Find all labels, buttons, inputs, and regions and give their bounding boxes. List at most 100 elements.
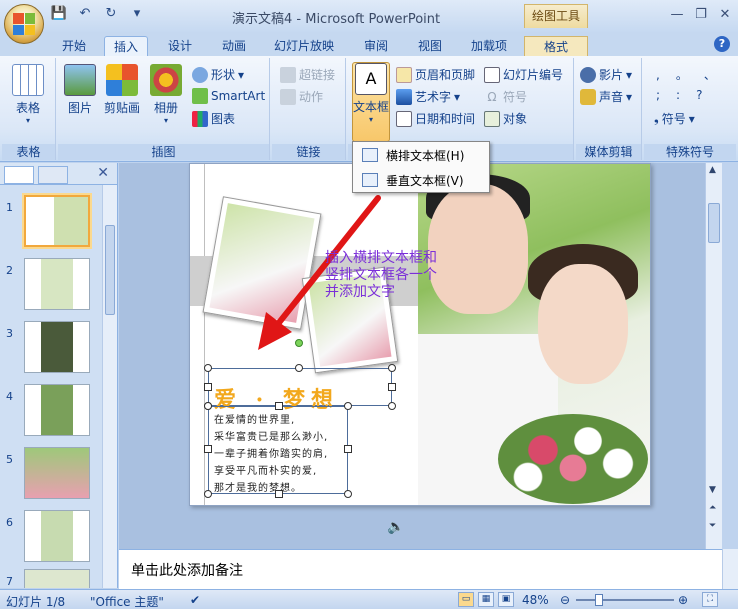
smartart-button[interactable]: SmartArt xyxy=(192,88,265,104)
editor-scroll-thumb[interactable] xyxy=(708,203,720,243)
slide-thumb-row[interactable]: 6 xyxy=(0,510,100,566)
resize-handle[interactable] xyxy=(388,383,396,391)
resize-handle[interactable] xyxy=(295,364,303,372)
slide-thumbnail[interactable] xyxy=(24,447,90,499)
table-button[interactable]: 表格 ▾ xyxy=(12,64,44,125)
slide-sorter-icon[interactable]: ▦ xyxy=(478,592,494,607)
punct-question[interactable]: ? xyxy=(696,88,702,102)
close-icon[interactable]: ✕ xyxy=(716,6,734,24)
chart-button[interactable]: 图表 xyxy=(192,110,235,127)
punct-colon[interactable]: : xyxy=(676,88,680,102)
album-button[interactable]: 相册 ▾ xyxy=(150,64,182,125)
office-button[interactable] xyxy=(4,4,44,44)
couple-photo[interactable] xyxy=(418,164,650,505)
sound-button[interactable]: 声音 ▾ xyxy=(580,88,632,105)
header-footer-button[interactable]: 页眉和页脚 xyxy=(396,66,475,83)
help-icon[interactable]: ? xyxy=(714,36,730,52)
resize-handle[interactable] xyxy=(275,402,283,410)
slide-thumbnail[interactable] xyxy=(24,569,90,588)
resize-handle[interactable] xyxy=(204,383,212,391)
fit-window-icon[interactable]: ⛶ xyxy=(702,592,718,607)
rotate-handle[interactable] xyxy=(295,339,303,347)
resize-handle[interactable] xyxy=(204,402,212,410)
punct-semicolon[interactable]: ; xyxy=(656,88,660,102)
tab-view[interactable]: 视图 xyxy=(410,36,450,56)
tab-outline[interactable] xyxy=(38,166,68,184)
prev-slide-icon[interactable]: ⏶ xyxy=(709,503,716,513)
tab-home[interactable]: 开始 xyxy=(54,36,94,56)
slide-thumb-row[interactable]: 7 xyxy=(0,569,100,588)
symbol-label: 符号 xyxy=(503,90,528,104)
normal-view-icon[interactable]: ▭ xyxy=(458,592,474,607)
customize-qat-icon[interactable]: ▾ xyxy=(128,6,146,22)
vertical-textbox-item[interactable]: 垂直文本框(V) xyxy=(354,168,488,192)
slide-thumb-row[interactable]: 1 xyxy=(0,195,100,251)
slide-canvas[interactable]: 插入横排文本框和竖排文本框各一个并添加文字 爱 · 梦想 在爱情的世界里, 采华… xyxy=(189,163,651,506)
zoom-out-icon[interactable]: ⊖ xyxy=(560,593,570,607)
close-icon[interactable]: ✕ xyxy=(97,165,109,181)
next-slide-icon[interactable]: ⏷ xyxy=(709,521,716,531)
tab-design[interactable]: 设计 xyxy=(158,36,202,56)
spellcheck-icon[interactable]: ✔ xyxy=(190,593,200,607)
clipart-button[interactable]: 剪贴画 xyxy=(104,64,140,116)
resize-handle[interactable] xyxy=(204,364,212,372)
slide-thumb-row[interactable]: 4 xyxy=(0,384,100,440)
notes-pane[interactable]: 单击此处添加备注 xyxy=(119,549,722,589)
special-symbol-button[interactable]: ❟ 符号 ▾ xyxy=(654,110,695,127)
tab-addins[interactable]: 加载项 xyxy=(462,36,516,56)
resize-handle[interactable] xyxy=(204,445,212,453)
slide-thumbnail[interactable] xyxy=(24,195,90,247)
object-button[interactable]: 对象 xyxy=(484,110,527,127)
hyperlink-button[interactable]: 超链接 xyxy=(280,66,335,83)
symbol-button[interactable]: Ω 符号 xyxy=(484,88,527,105)
punct-comma[interactable]: , xyxy=(656,68,660,82)
slide-thumbnail[interactable] xyxy=(24,321,90,373)
slideshow-view-icon[interactable]: ▣ xyxy=(498,592,514,607)
minimize-icon[interactable]: — xyxy=(668,6,686,24)
slide-thumbnail[interactable] xyxy=(24,258,90,310)
tab-format[interactable]: 格式 xyxy=(524,36,588,56)
slide-thumb-row[interactable]: 3 xyxy=(0,321,100,377)
zoom-slider[interactable] xyxy=(576,599,674,601)
tab-review[interactable]: 审阅 xyxy=(356,36,396,56)
tab-animation[interactable]: 动画 xyxy=(212,36,256,56)
picture-button[interactable]: 图片 xyxy=(64,64,96,116)
slide-number-button[interactable]: 幻灯片编号 xyxy=(484,66,563,83)
punct-period[interactable]: 。 xyxy=(676,66,688,83)
slide-thumbnail[interactable] xyxy=(24,384,90,436)
panel-scrollbar[interactable] xyxy=(102,185,117,588)
scroll-up-icon[interactable]: ▲ xyxy=(709,165,716,175)
maximize-icon[interactable]: ❐ xyxy=(692,6,710,24)
chart-label: 图表 xyxy=(211,112,236,126)
textbox-label: 文本框 xyxy=(353,100,390,114)
wordart-button[interactable]: 艺术字 ▾ xyxy=(396,88,460,105)
slide-thumbnail[interactable] xyxy=(24,510,90,562)
movie-button[interactable]: 影片 ▾ xyxy=(580,66,632,83)
resize-handle[interactable] xyxy=(344,402,352,410)
tab-slideshow[interactable]: 幻灯片放映 xyxy=(266,36,342,56)
save-icon[interactable]: 💾 xyxy=(50,6,68,22)
action-button[interactable]: 动作 xyxy=(280,88,323,105)
punct-dunhao[interactable]: 、 xyxy=(704,66,716,83)
undo-icon[interactable]: ↶ xyxy=(76,6,94,22)
speaker-icon[interactable]: 🔈 xyxy=(387,519,404,535)
horizontal-textbox-item[interactable]: 横排文本框(H) xyxy=(354,143,488,167)
zoom-slider-knob[interactable] xyxy=(595,594,603,606)
shapes-button[interactable]: 形状 ▾ xyxy=(192,66,244,83)
redo-icon[interactable]: ↻ xyxy=(102,6,120,22)
zoom-level[interactable]: 48% xyxy=(522,593,549,607)
resize-handle[interactable] xyxy=(388,364,396,372)
resize-handle[interactable] xyxy=(388,402,396,410)
notes-scrollbar[interactable] xyxy=(722,549,738,589)
scroll-down-icon[interactable]: ▼ xyxy=(709,485,716,495)
resize-handle[interactable] xyxy=(204,490,212,498)
slide-thumb-row[interactable]: 2 xyxy=(0,258,100,314)
slide-thumb-row[interactable]: 5 xyxy=(0,447,100,503)
zoom-in-icon[interactable]: ⊕ xyxy=(678,593,688,607)
datetime-button[interactable]: 日期和时间 xyxy=(396,110,475,127)
editor-scrollbar[interactable]: ▲ ▼ ⏶ ⏷ xyxy=(705,163,722,549)
tab-insert[interactable]: 插入 xyxy=(104,36,148,56)
panel-scroll-thumb[interactable] xyxy=(105,225,115,315)
tab-slides[interactable] xyxy=(4,166,34,184)
textbox-button[interactable]: A 文本框 ▾ xyxy=(352,62,390,142)
